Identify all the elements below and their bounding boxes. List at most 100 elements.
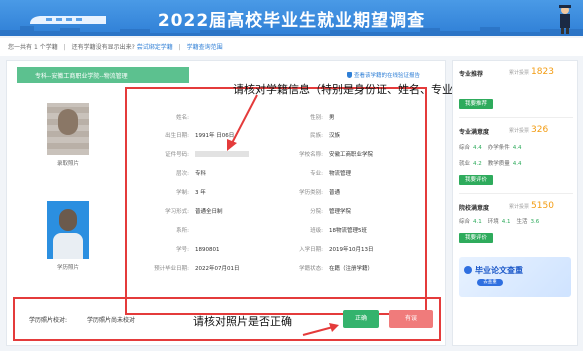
annotation-arrow-icon bbox=[227, 94, 258, 151]
vote-count-value: 5150 bbox=[531, 201, 554, 211]
vote-count-label: 累计投票 bbox=[509, 128, 530, 134]
page-title: 2022届高校毕业生就业期望调查 bbox=[157, 11, 426, 31]
rating-value: 4.4 bbox=[512, 145, 522, 151]
major-satisfaction-count: 累计投票 326 bbox=[509, 125, 548, 135]
photo-check-value: 学历照片尚未校对 bbox=[87, 317, 136, 324]
search-icon bbox=[464, 266, 472, 274]
rating-label: 综合 bbox=[459, 145, 471, 151]
field-value: 男 bbox=[329, 115, 335, 121]
vote-count-label: 累计投票 bbox=[509, 204, 530, 210]
thesis-check-banner[interactable]: 毕业论文查重 去查重 bbox=[459, 257, 571, 297]
field-value: 安徽工商职业学院 bbox=[329, 152, 374, 158]
field-label: 层次: bbox=[176, 171, 189, 177]
field-value: 普通全日制 bbox=[195, 209, 223, 215]
field-class: 班级: 18物流管理5班 bbox=[273, 226, 367, 234]
field-value: 在籍（注册学籍） bbox=[329, 266, 374, 272]
verification-report-label: 查看该学籍的在线验证报告 bbox=[354, 73, 421, 79]
rating-value: 3.6 bbox=[530, 219, 540, 225]
rating-value: 4.4 bbox=[512, 161, 522, 167]
shield-icon bbox=[347, 72, 352, 78]
field-label: 入学日期: bbox=[299, 247, 323, 253]
record-summary-bar: 您一共有 1 个学籍 | 还有学籍没有显示出来? 尝试绑定学籍 | 学籍查询范围 bbox=[0, 38, 583, 56]
field-value: 管理学院 bbox=[329, 209, 352, 215]
promo-title: 毕业论文查重 bbox=[475, 266, 523, 275]
major-satisfaction-title: 专业满意度 bbox=[459, 129, 490, 136]
divider bbox=[459, 193, 573, 194]
highlight-box-info bbox=[125, 87, 427, 315]
rating-row: 综合 4.1 环境 4.1 生活 3.6 bbox=[459, 217, 545, 225]
field-dob: 出生日期: 1991年 日06日 bbox=[131, 131, 234, 139]
field-branch: 分院: 管理学院 bbox=[273, 207, 351, 215]
field-student-no: 学号: 1890801 bbox=[131, 245, 219, 253]
field-value: 专科 bbox=[195, 171, 207, 177]
field-label: 姓名: bbox=[176, 115, 189, 121]
field-label: 学籍状态: bbox=[299, 266, 323, 272]
field-label: 学制: bbox=[176, 190, 189, 196]
field-value: 2022年07月01日 bbox=[195, 266, 240, 272]
field-status: 学籍状态: 在籍（注册学籍） bbox=[273, 264, 373, 272]
field-label: 学号: bbox=[176, 247, 189, 253]
field-gender: 性别: 男 bbox=[273, 113, 335, 121]
major-recommend-title: 专业推荐 bbox=[459, 71, 484, 78]
field-label: 学历类别: bbox=[299, 190, 323, 196]
field-grad-date: 预计毕业日期: 2022年07月01日 bbox=[131, 264, 240, 272]
rating-value: 4.1 bbox=[501, 219, 511, 225]
query-scope-link[interactable]: 学籍查询范围 bbox=[187, 44, 223, 51]
field-label: 性别: bbox=[310, 115, 323, 121]
field-enroll-date: 入学日期: 2019年10月13日 bbox=[273, 245, 374, 253]
graduate-figure-icon bbox=[559, 5, 571, 34]
vote-count-label: 累计投票 bbox=[509, 70, 530, 76]
sidebar: 专业推荐 累计投票 1823 我要推荐 专业满意度 累计投票 326 综合 4.4 办学… bbox=[452, 60, 578, 346]
field-label: 出生日期: bbox=[165, 133, 189, 139]
field-value: 2019年10月13日 bbox=[329, 247, 374, 253]
admission-photo-caption: 录取照片 bbox=[56, 161, 79, 167]
field-major: 专业: 物流管理 bbox=[273, 169, 351, 177]
school-satisfaction-title: 院校满意度 bbox=[459, 205, 490, 212]
field-school: 学校名称: 安徽工商职业学院 bbox=[273, 150, 373, 158]
vote-count-value: 326 bbox=[531, 125, 549, 135]
rating-row: 综合 4.4 办学条件 4.4 bbox=[459, 143, 528, 151]
rating-value: 4.4 bbox=[473, 145, 482, 151]
report-error-button[interactable]: 有误 bbox=[389, 310, 433, 328]
annotation-check-info: 请核对学籍信息（特别是身份证、姓名、专业） bbox=[233, 83, 464, 96]
record-count-text: 您一共有 bbox=[8, 44, 33, 51]
field-length: 学制: 3 年 bbox=[131, 188, 206, 196]
vote-count-value: 1823 bbox=[531, 67, 554, 77]
field-nation: 民族: 汉族 bbox=[273, 131, 340, 139]
field-value: 汉族 bbox=[329, 133, 341, 139]
field-value: 物流管理 bbox=[329, 171, 352, 177]
confirm-correct-button[interactable]: 正确 bbox=[343, 310, 379, 328]
divider bbox=[459, 117, 573, 118]
field-form: 学习形式: 普通全日制 bbox=[131, 207, 223, 215]
recommend-button[interactable]: 我要推荐 bbox=[459, 99, 493, 109]
field-type: 学历类别: 普通 bbox=[273, 188, 340, 196]
rate-major-button[interactable]: 我要评价 bbox=[459, 175, 493, 185]
rating-label: 就业 bbox=[459, 161, 471, 167]
field-value: 普通 bbox=[329, 190, 341, 196]
rating-value: 4.2 bbox=[473, 161, 482, 167]
missing-record-text: 还有学籍没有显示出来? bbox=[71, 44, 135, 51]
bind-record-link[interactable]: 尝试绑定学籍 bbox=[137, 44, 173, 51]
record-count-number: 1 bbox=[33, 44, 38, 51]
field-dept: 系所: bbox=[131, 226, 195, 234]
promo-search-button[interactable]: 去查重 bbox=[477, 279, 503, 286]
field-label: 学校名称: bbox=[299, 152, 323, 158]
annotation-check-photo: 请核对照片是否正确 bbox=[193, 315, 292, 328]
diploma-photo-caption: 学历照片 bbox=[56, 265, 79, 271]
rating-value: 4.1 bbox=[473, 219, 482, 225]
field-label: 班级: bbox=[310, 228, 323, 234]
verification-report-link[interactable]: 查看该学籍的在线验证报告 bbox=[347, 71, 420, 79]
rating-label: 综合 bbox=[459, 219, 471, 225]
page: 2022届高校毕业生就业期望调查 您一共有 1 个学籍 | 还有学籍没有显示出来… bbox=[0, 0, 583, 351]
photo-check-label: 学历照片校对: bbox=[29, 317, 68, 324]
rating-label: 生活 bbox=[516, 219, 528, 225]
field-label: 预计毕业日期: bbox=[154, 266, 189, 272]
divider: | bbox=[178, 44, 181, 51]
field-value: 3 年 bbox=[195, 190, 206, 196]
rating-label: 环境 bbox=[487, 219, 499, 225]
rating-label: 教学质量 bbox=[487, 161, 510, 167]
rate-school-button[interactable]: 我要评价 bbox=[459, 233, 493, 243]
rating-label: 办学条件 bbox=[487, 145, 510, 151]
divider: | bbox=[63, 44, 66, 51]
major-recommend-count: 累计投票 1823 bbox=[509, 67, 554, 77]
